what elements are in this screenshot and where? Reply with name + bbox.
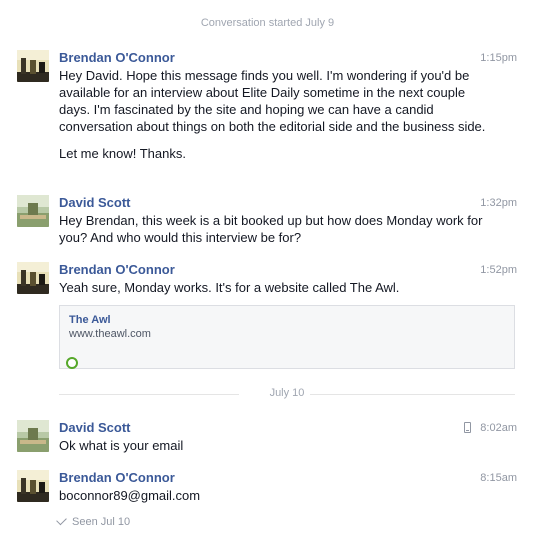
message-body: boconnor89@gmail.com [59,487,489,514]
timestamp: 1:52pm [480,264,517,276]
message-body: Hey Brendan, this week is a bit booked u… [59,212,489,256]
message-body: Ok what is your email [59,437,489,464]
avatar-david[interactable] [17,195,49,227]
checkmark-icon [56,514,67,526]
sender-name[interactable]: Brendan O'Connor [59,50,175,66]
message-paragraph: boconnor89@gmail.com [59,488,201,503]
date-divider: July 10 [59,387,515,399]
link-title[interactable]: The Awl [69,314,111,326]
link-preview-card[interactable]: The Awl www.theawl.com [59,305,515,369]
message-paragraph: Hey Brendan, this week is a bit booked u… [59,213,483,245]
sender-name[interactable]: Brendan O'Connor [59,262,175,278]
timestamp: 8:02am [480,422,517,434]
timestamp: 8:15am [480,472,517,484]
avatar-brendan[interactable] [17,262,49,294]
message-body: Yeah sure, Monday works. It's for a webs… [59,279,489,306]
message-paragraph: Yeah sure, Monday works. It's for a webs… [59,280,400,295]
green-ring-icon [66,357,78,369]
message-body: Hey David. Hope this message finds you w… [59,67,489,172]
avatar-brendan[interactable] [17,470,49,502]
avatar-david[interactable] [17,420,49,452]
message-paragraph: Let me know! Thanks. [59,146,186,161]
seen-label: Seen Jul 10 [72,516,131,528]
sender-name[interactable]: David Scott [59,420,131,436]
sender-name[interactable]: David Scott [59,195,131,211]
mobile-phone-icon [464,422,471,433]
date-divider-label: July 10 [59,387,515,399]
message-paragraph: Hey David. Hope this message finds you w… [59,68,486,134]
seen-indicator: Seen Jul 10 [56,514,131,528]
conversation-start-label: Conversation started July 9 [200,17,335,29]
avatar-brendan[interactable] [17,50,49,82]
timestamp: 1:32pm [480,197,517,209]
message-paragraph: Ok what is your email [59,438,184,453]
timestamp: 1:15pm [480,52,517,64]
link-url: www.theawl.com [69,328,151,340]
sender-name[interactable]: Brendan O'Connor [59,470,175,486]
